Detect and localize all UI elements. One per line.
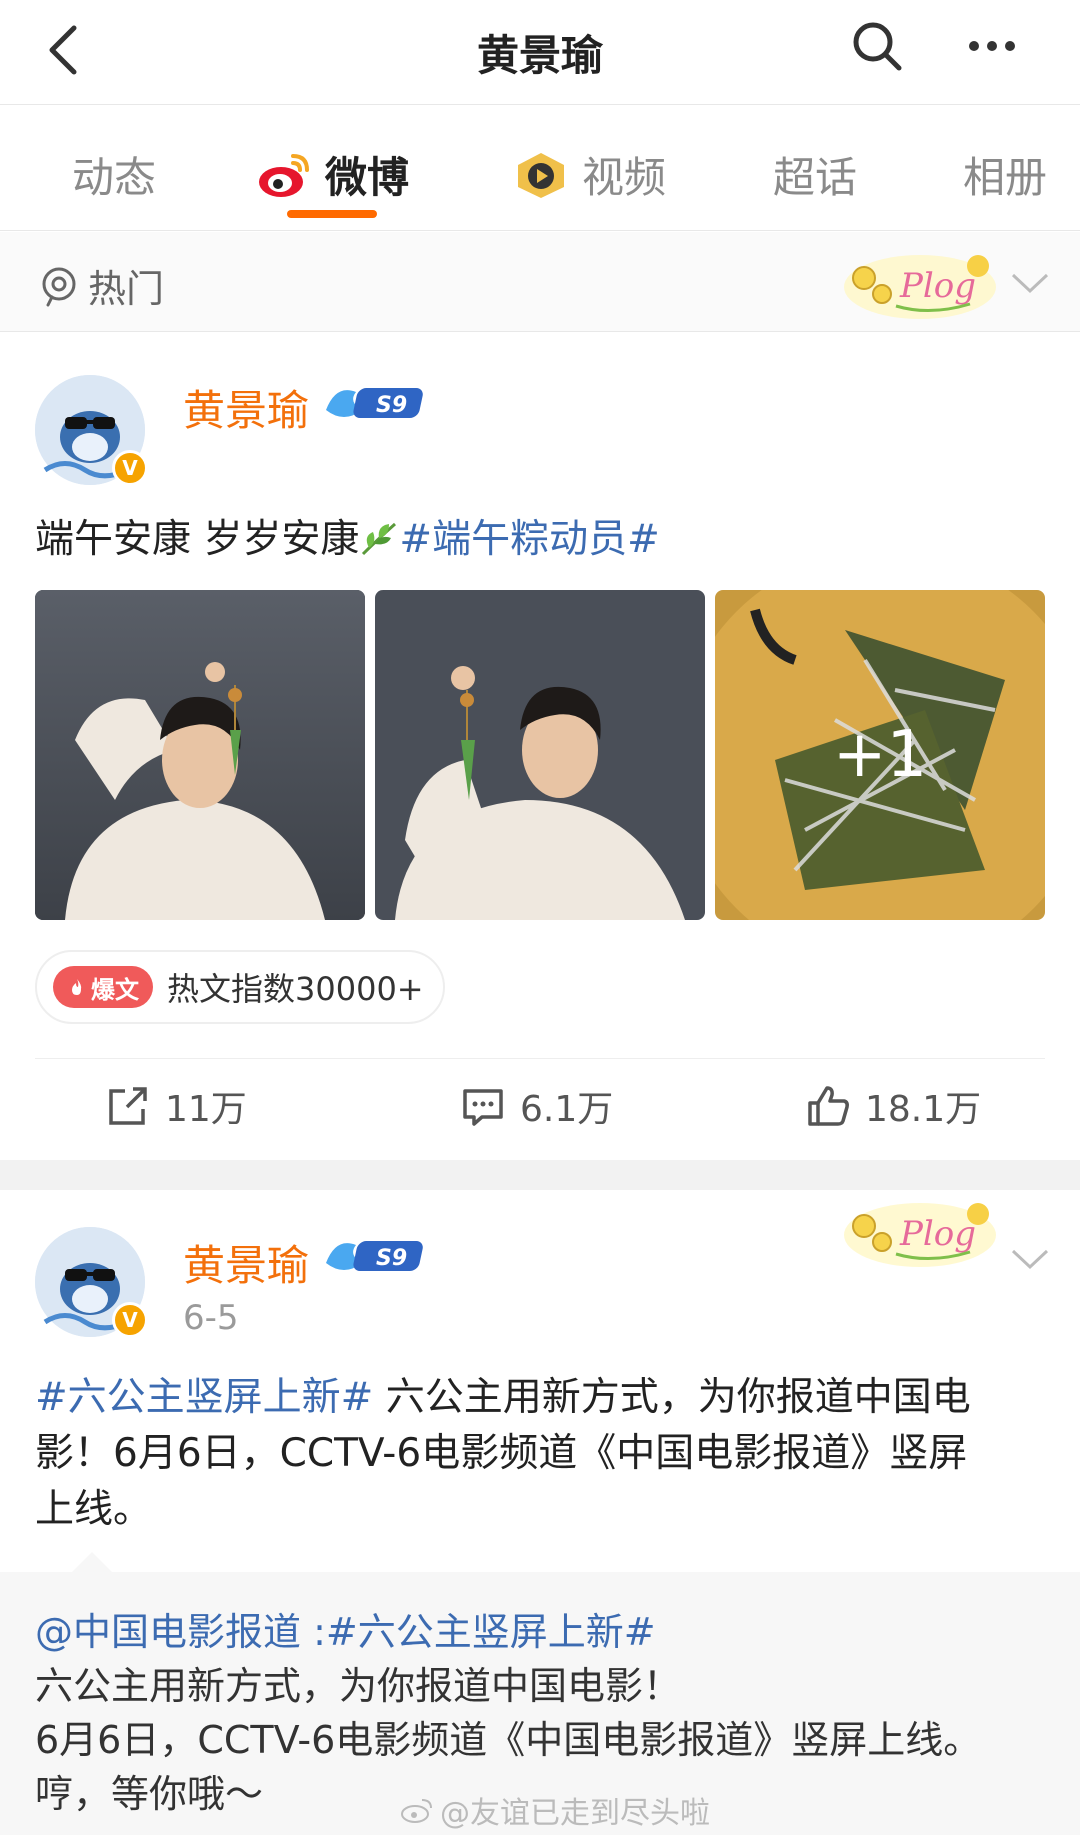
tab-video[interactable]: 视频	[512, 144, 666, 205]
weibo-logo-icon	[259, 153, 309, 197]
username[interactable]: 黄景瑜	[183, 1232, 309, 1293]
divider	[35, 1058, 1045, 1059]
thumbs-up-icon	[808, 1086, 849, 1126]
hashtag-link[interactable]: #端午粽动员#	[399, 517, 659, 562]
post-image-1[interactable]	[35, 590, 365, 920]
verified-badge: V	[112, 450, 148, 486]
tab-album[interactable]: 相册	[963, 144, 1047, 205]
hot-filter[interactable]: 热门	[38, 258, 164, 313]
search-icon[interactable]	[845, 14, 909, 78]
watermark: @友谊已走到尽头啦	[400, 1788, 710, 1832]
post-date: 6-5	[183, 1298, 239, 1338]
more-options-icon[interactable]	[960, 14, 1024, 78]
hot-index-pill[interactable]: 爆文 热文指数30000+	[35, 950, 445, 1024]
hot-topic-icon	[42, 267, 76, 306]
avatar[interactable]: V	[35, 1227, 148, 1338]
chevron-down-icon[interactable]	[1005, 257, 1055, 307]
active-tab-indicator	[287, 210, 377, 218]
plog-sticker-icon: Plog	[844, 255, 996, 319]
repost-button[interactable]: 11万	[105, 1080, 247, 1132]
level-text: S9	[376, 1246, 407, 1271]
more-images-count: +1	[832, 718, 928, 792]
member-level-badge: S9	[326, 388, 423, 418]
photo-man-illustration	[375, 590, 705, 920]
photo-man-illustration	[35, 590, 365, 920]
post-text: 端午安康 岁岁安康 #端午粽动员#	[35, 517, 660, 562]
avatar[interactable]: V	[35, 375, 148, 486]
comment-button[interactable]: 6.1万	[460, 1080, 613, 1132]
comment-icon	[463, 1089, 503, 1126]
profile-tabs: 动态 微博 视频 超话 相册	[0, 106, 1080, 231]
tab-weibo[interactable]: 微博	[255, 144, 409, 205]
verified-badge: V	[112, 1302, 148, 1338]
video-play-icon	[518, 152, 564, 198]
hashtag-link[interactable]: #六公主竖屏上新#	[35, 1375, 373, 1420]
weibo-watermark-icon	[401, 1799, 432, 1823]
bamboo-leaf-icon	[362, 522, 397, 556]
viral-badge: 爆文	[53, 966, 153, 1008]
top-bar: 黄景瑜	[0, 0, 1080, 105]
post-image-2[interactable]	[375, 590, 705, 920]
quote-line: 6月6日，CCTV-6电影频道《中国电影报道》竖屏上线。	[35, 1718, 982, 1762]
svg-text:Plog: Plog	[899, 1214, 976, 1254]
quote-line: 六公主用新方式，为你报道中国电影！	[35, 1664, 682, 1708]
tab-super-topic[interactable]: 超话	[773, 144, 857, 205]
hot-index-text: 热文指数30000+	[167, 970, 424, 1008]
filter-bar: 热门 Plog	[0, 232, 1080, 332]
image-grid: +1	[35, 590, 1045, 920]
post-separator	[0, 1160, 1080, 1190]
hashtag-link[interactable]: #六公主竖屏上新#	[326, 1610, 656, 1654]
flame-icon	[72, 979, 82, 995]
quote-notch	[70, 1552, 114, 1574]
like-button[interactable]: 18.1万	[805, 1080, 981, 1132]
svg-text:Plog: Plog	[899, 266, 976, 306]
tab-dongtai[interactable]: 动态	[72, 144, 156, 205]
username[interactable]: 黄景瑜	[183, 377, 309, 438]
post-image-3[interactable]: +1	[715, 590, 1045, 920]
chevron-down-icon[interactable]	[1005, 1233, 1055, 1283]
share-icon	[109, 1087, 147, 1125]
quoted-author-link[interactable]: @中国电影报道	[35, 1610, 301, 1654]
member-level-badge: S9	[326, 1241, 423, 1271]
post-text: #六公主竖屏上新# 六公主用新方式，为你报道中国电 影！6月6日，CCTV-6电…	[35, 1375, 971, 1532]
quote-header: @中国电影报道 :#六公主竖屏上新#	[35, 1610, 656, 1654]
level-text: S9	[376, 393, 407, 418]
plog-sticker-icon: Plog	[844, 1203, 996, 1267]
page-title: 黄景瑜	[476, 31, 603, 80]
